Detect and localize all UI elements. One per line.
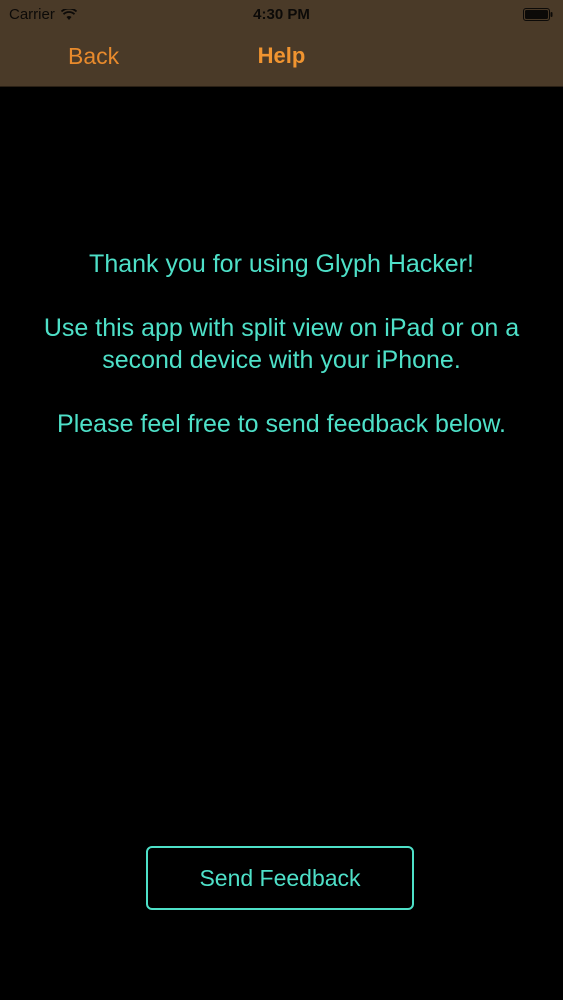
status-bar: Carrier 4:30 PM [0,0,563,30]
help-screen: Carrier 4:30 PM Back Help Thank you for … [0,0,563,1000]
thank-you-text: Thank you for using Glyph Hacker! [89,250,474,278]
usage-text: Use this app with split view on iPad or … [43,314,520,374]
battery-icon [523,8,553,21]
send-feedback-label: Send Feedback [199,864,361,891]
navigation-bar: Back Help [0,30,563,86]
page-title: Help [257,43,306,68]
feedback-prompt-text: Please feel free to send feedback below. [57,410,506,438]
status-time: 4:30 PM [253,6,310,23]
help-text: Thank you for using Glyph Hacker! Use th… [0,248,563,472]
top-bar: Carrier 4:30 PM Back Help [0,0,563,87]
send-feedback-button[interactable]: Send Feedback [146,846,414,910]
